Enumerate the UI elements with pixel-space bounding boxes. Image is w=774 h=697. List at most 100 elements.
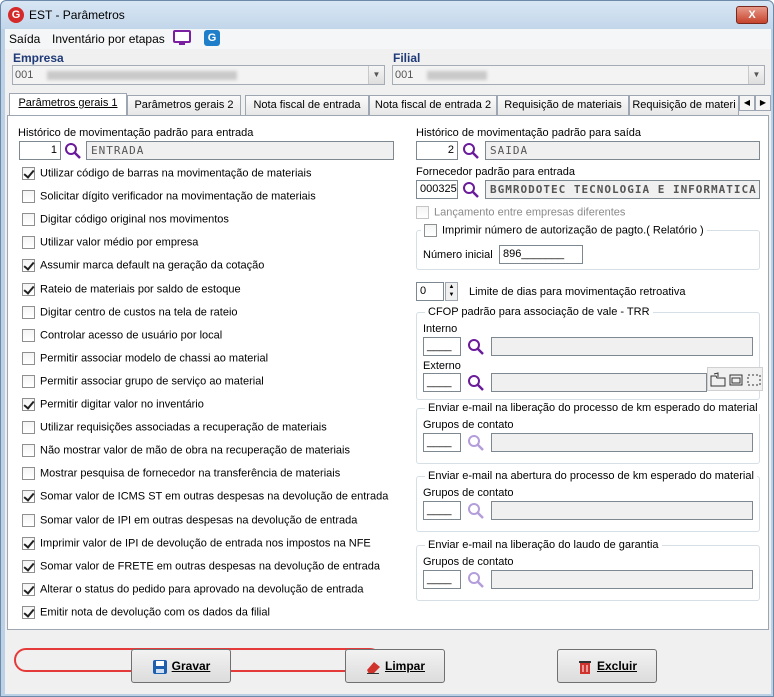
monitor-icon[interactable] [173,30,191,46]
hist-entrada-code-input[interactable]: 1 [19,141,61,160]
hist-saida-code-input[interactable]: 2 [416,141,458,160]
option-checkbox-row[interactable]: Imprimir valor de IPI de devolução de en… [22,536,371,553]
option-label: Não mostrar valor de mão de obra na recu… [40,444,350,457]
title-bar[interactable]: G EST - Parâmetros X [1,1,773,29]
checkbox-checked[interactable] [22,536,35,550]
menu-inventario[interactable]: Inventário por etapas [52,32,165,46]
checkbox-unchecked[interactable] [22,467,35,481]
checkbox-checked[interactable] [22,259,35,273]
checkbox-checked[interactable] [22,490,35,504]
hist-saida-desc: SAIDA [485,141,760,160]
float-toolbar [707,367,763,391]
option-checkbox-row[interactable]: Utilizar requisições associadas a recupe… [22,421,327,437]
option-checkbox-row[interactable]: Permitir associar grupo de serviço ao ma… [22,374,264,391]
option-checkbox-row[interactable]: Somar valor de IPI em outras despesas na… [22,513,357,530]
checkbox-unchecked[interactable] [22,328,35,342]
option-checkbox-row[interactable]: Alterar o status do pedido para aprovado… [22,582,364,599]
option-checkbox-row[interactable]: Controlar acesso de usuário por local [22,328,222,345]
grupos-contato-desc [491,570,753,589]
option-checkbox-row[interactable]: Permitir associar modelo de chassi ao ma… [22,351,269,368]
checkbox-unchecked[interactable] [22,213,35,227]
search-icon[interactable] [467,434,485,452]
option-checkbox-row[interactable]: Utilizar código de barras na movimentaçã… [22,167,311,183]
option-checkbox-row[interactable]: Não mostrar valor de mão de obra na recu… [22,444,350,460]
checkbox-unchecked[interactable] [22,305,35,319]
checkbox-box[interactable] [424,224,437,237]
option-checkbox-row[interactable]: Mostrar pesquisa de fornecedor na transf… [22,467,340,483]
interno-input[interactable]: ____ [423,337,461,356]
checkbox-checked[interactable] [22,605,35,619]
checkbox-unchecked[interactable] [22,444,35,458]
search-icon[interactable] [467,502,485,520]
option-label: Imprimir valor de IPI de devolução de en… [40,537,371,550]
search-icon[interactable] [467,374,485,392]
grupos-contato-input[interactable]: ____ [423,433,461,452]
tab-parametros-gerais-1[interactable]: Parâmetros gerais 1 [9,93,127,115]
close-button[interactable]: X [736,6,768,24]
checkbox-checked[interactable] [22,167,35,180]
menu-saida[interactable]: Saída [9,32,40,46]
filial-combo[interactable]: 001 ▼ [392,65,765,85]
checkbox-unchecked[interactable] [22,190,35,204]
option-checkbox-row[interactable]: Permitir digitar valor no inventário [22,398,204,414]
tab-nota-fiscal-entrada-2[interactable]: Nota fiscal de entrada 2 [369,95,497,115]
gravar-button[interactable]: Gravar [131,649,231,683]
checkbox-unchecked[interactable] [22,421,35,435]
g-app-icon[interactable]: G [204,30,220,46]
chevron-down-icon[interactable]: ▼ [368,66,384,84]
open-folder-icon[interactable] [710,372,726,388]
option-label: Permitir associar grupo de serviço ao ma… [40,375,264,388]
option-label: Solicitar dígito verificador na moviment… [40,190,316,203]
grupos-contato-desc [491,433,753,452]
chevron-down-icon[interactable]: ▼ [748,66,764,84]
lanc-entre-empresas-checkbox[interactable]: Lançamento entre empresas diferentes [416,206,625,222]
option-checkbox-row[interactable]: Solicitar dígito verificador na moviment… [22,190,316,206]
spinner-arrows-icon[interactable]: ▲ ▼ [445,282,458,301]
checkbox-box[interactable] [416,206,429,219]
window-icon[interactable] [728,372,744,388]
grupos-contato-label: Grupos de contato [423,556,514,568]
hist-entrada-label: Histórico de movimentação padrão para en… [18,127,254,139]
search-icon[interactable] [467,338,485,356]
option-checkbox-row[interactable]: Somar valor de FRETE em outras despesas … [22,559,380,576]
empresa-combo[interactable]: 001 ▼ [12,65,385,85]
option-checkbox-row[interactable]: Digitar centro de custos na tela de rate… [22,305,238,322]
tab-requisicao-materiais[interactable]: Requisição de materiais [497,95,629,115]
checkbox-unchecked[interactable] [22,374,35,388]
checkbox-checked[interactable] [22,582,35,596]
limite-dias-input[interactable]: 0 [416,282,444,301]
option-checkbox-row[interactable]: Assumir marca default na geração da cota… [22,259,264,275]
fornecedor-code-input[interactable]: 000325 [416,180,458,199]
search-icon[interactable] [462,181,480,199]
search-icon[interactable] [462,142,480,160]
grupos-contato-input[interactable]: ____ [423,501,461,520]
checkbox-unchecked[interactable] [22,236,35,250]
select-region-icon[interactable] [746,372,762,388]
option-checkbox-row[interactable]: Utilizar valor médio por empresa [22,236,198,252]
tab-parametros-gerais-2[interactable]: Parâmetros gerais 2 [127,95,241,115]
tab-scroll-right-icon[interactable]: ▶ [755,95,771,111]
limpar-button[interactable]: Limpar [345,649,445,683]
email-group-title: Enviar e-mail na abertura do processo de… [425,470,757,482]
option-checkbox-row[interactable]: Emitir nota de devolução com os dados da… [22,605,270,622]
checkbox-checked[interactable] [22,282,35,296]
tab-scroll-left-icon[interactable]: ◀ [739,95,755,111]
search-icon[interactable] [64,142,82,160]
checkbox-unchecked[interactable] [22,513,35,527]
numero-inicial-input[interactable]: 896_______ [499,245,583,264]
imprimir-autorizacao-checkbox[interactable]: Imprimir número de autorização de pagto.… [421,224,707,237]
grupos-contato-input[interactable]: ____ [423,570,461,589]
option-label: Digitar centro de custos na tela de rate… [40,306,238,319]
option-label: Permitir associar modelo de chassi ao ma… [40,352,269,365]
checkbox-checked[interactable] [22,398,35,411]
externo-input[interactable]: ____ [423,373,461,392]
option-checkbox-row[interactable]: Digitar código original nos movimentos [22,213,229,229]
option-checkbox-row[interactable]: Rateio de materiais por saldo de estoque [22,282,241,299]
search-icon[interactable] [467,571,485,589]
tab-nota-fiscal-entrada[interactable]: Nota fiscal de entrada [245,95,369,115]
option-checkbox-row[interactable]: Somar valor de ICMS ST em outras despesa… [22,490,388,506]
checkbox-checked[interactable] [22,559,35,573]
checkbox-unchecked[interactable] [22,351,35,365]
tab-requisicao-materiais-2[interactable]: Requisição de materi [629,95,739,115]
excluir-button[interactable]: Excluir [557,649,657,683]
